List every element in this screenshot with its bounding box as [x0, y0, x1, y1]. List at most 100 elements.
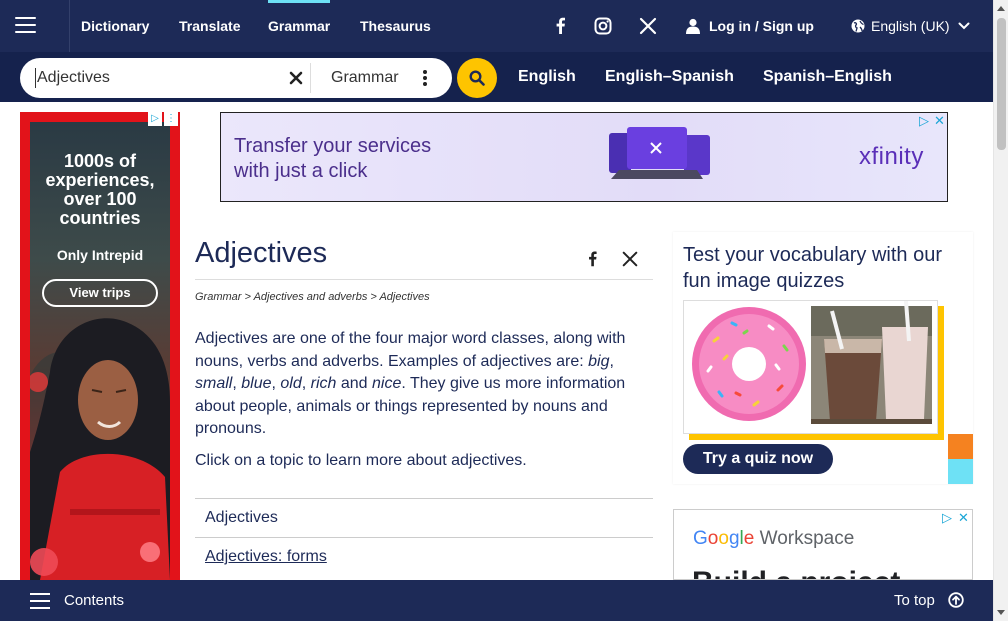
search-bar-row: Adjectives Grammar English English–Spani…: [0, 52, 993, 102]
contents-icon[interactable]: [30, 593, 50, 609]
search-icon: [469, 70, 485, 86]
breadcrumb-separator: >: [367, 291, 380, 303]
title-divider: [195, 279, 653, 280]
intro-text: ,: [609, 352, 614, 370]
google-logo-letter: e: [743, 528, 755, 549]
woman-portrait-image: [30, 318, 170, 580]
contents-button[interactable]: Contents: [64, 591, 124, 611]
instagram-icon[interactable]: [593, 16, 613, 36]
menu-icon-bar: [15, 24, 36, 26]
share-facebook-icon[interactable]: [584, 250, 602, 268]
contents-icon-bar: [30, 600, 50, 602]
laptop-devices-image: [609, 127, 710, 179]
menu-icon-bar: [15, 31, 36, 33]
menu-button[interactable]: [0, 0, 70, 52]
top-banner-advertisement[interactable]: Transfer your services with just a click…: [220, 112, 948, 202]
feedback-tab-cyan[interactable]: [948, 459, 973, 484]
contents-icon-bar: [30, 593, 50, 595]
dictionary-select[interactable]: Grammar: [331, 68, 399, 88]
example-word: blue: [241, 375, 272, 392]
close-ad-icon[interactable]: ✕: [958, 510, 969, 526]
breadcrumb-separator: >: [241, 291, 254, 303]
nav-dictionary[interactable]: Dictionary: [81, 0, 149, 52]
example-word: rich: [310, 375, 337, 392]
ad-brand-line: Only Intrepid: [56, 247, 144, 263]
to-top-button[interactable]: To top: [894, 591, 935, 611]
top-navigation: Dictionary Translate Grammar Thesaurus L…: [0, 0, 993, 52]
xfinity-logo: xfinity: [859, 143, 924, 170]
intro-text: ,: [232, 375, 242, 392]
breadcrumb-grammar[interactable]: Grammar: [195, 291, 241, 303]
intro-text: and: [336, 375, 372, 392]
dictionary-link-english-spanish[interactable]: English–Spanish: [605, 66, 734, 88]
feedback-tab-orange[interactable]: [948, 434, 973, 459]
google-workspace-logo: Google Workspace: [693, 529, 854, 549]
more-options-icon[interactable]: [420, 68, 430, 88]
topic-item[interactable]: Adjectives: forms: [195, 537, 653, 576]
nav-thesaurus[interactable]: Thesaurus: [360, 0, 431, 52]
scroll-down-arrow[interactable]: [997, 610, 1005, 615]
x-icon[interactable]: [638, 16, 658, 36]
intro-text: Adjectives are one of the four major wor…: [195, 330, 626, 370]
google-logo-letter: g: [728, 528, 740, 549]
left-advertisement[interactable]: 1000s of experiences, over 100 countries…: [20, 112, 180, 580]
globe-icon: [851, 19, 865, 33]
user-icon: [686, 18, 700, 34]
google-logo-letter: o: [707, 528, 719, 549]
ad-headline: 1000s of experiences, over 100 countries: [45, 151, 155, 228]
google-logo-letter: G: [693, 528, 708, 549]
dictionary-link-english[interactable]: English: [518, 66, 576, 88]
nav-translate[interactable]: Translate: [179, 0, 240, 52]
menu-icon: [15, 17, 36, 19]
topic-prompt: Click on a topic to learn more about adj…: [195, 452, 527, 469]
scroll-up-arrow[interactable]: [997, 6, 1005, 11]
google-workspace-advertisement[interactable]: Google Workspace Build a project ▷ ✕: [673, 509, 973, 580]
login-label: Log in / Sign up: [709, 18, 814, 34]
google-wordmark: Google: [693, 528, 754, 549]
page-title: Adjectives: [195, 237, 328, 269]
share-x-icon[interactable]: [621, 250, 639, 268]
adchoices-icon[interactable]: ▷: [919, 113, 929, 129]
example-word: old: [280, 375, 302, 392]
example-word: small: [195, 375, 233, 392]
workspace-wordmark: Workspace: [754, 528, 855, 549]
breadcrumb: Grammar > Adjectives and adverbs > Adjec…: [195, 290, 430, 304]
intro-paragraph: Adjectives are one of the four major wor…: [195, 328, 635, 441]
ad-copy-line-1: Transfer your services: [234, 135, 432, 157]
clear-search-icon[interactable]: [286, 68, 306, 88]
google-logo-letter: o: [718, 528, 729, 549]
breadcrumb-current: Adjectives: [379, 291, 430, 303]
bottom-bar: Contents To top: [0, 580, 993, 621]
close-ad-icon[interactable]: ✕: [934, 113, 945, 129]
breadcrumb-adjectives-and-adverbs[interactable]: Adjectives and adverbs: [254, 291, 368, 303]
topic-list: Adjectives Adjectives: forms: [195, 498, 653, 576]
search-button[interactable]: [457, 58, 497, 98]
page-scrollbar[interactable]: [993, 0, 1008, 621]
adchoices-icon[interactable]: ▷: [942, 510, 952, 526]
search-divider: [310, 63, 311, 93]
dictionary-link-spanish-english[interactable]: Spanish–English: [763, 66, 892, 88]
quiz-images[interactable]: [683, 300, 938, 434]
topic-item: Adjectives: [195, 498, 653, 537]
intro-text: ,: [301, 375, 311, 392]
example-word: nice: [372, 375, 402, 392]
example-word: big: [588, 352, 610, 370]
ad-options-icon[interactable]: ⋮: [164, 112, 178, 126]
ad-headline: Build a project: [692, 568, 900, 580]
donut-and-milkshakes-image: [684, 301, 937, 433]
scrollbar-thumb[interactable]: [997, 18, 1006, 150]
view-trips-button[interactable]: View trips: [42, 279, 158, 307]
ad-copy-line-2: with just a click: [234, 160, 368, 182]
nav-grammar[interactable]: Grammar: [268, 0, 331, 52]
search-input[interactable]: Adjectives: [35, 68, 275, 88]
adchoices-icon[interactable]: ▷: [148, 112, 162, 126]
facebook-icon[interactable]: [551, 16, 571, 36]
language-label: English (UK): [871, 18, 950, 34]
ad-photo: 1000s of experiences, over 100 countries…: [30, 122, 170, 580]
try-quiz-button[interactable]: Try a quiz now: [683, 444, 833, 474]
arrow-up-circle-icon[interactable]: [948, 592, 964, 608]
quiz-promo-card: Test your vocabulary with our fun image …: [673, 232, 973, 484]
quiz-title: Test your vocabulary with our fun image …: [683, 244, 943, 292]
chevron-down-icon: [958, 22, 970, 30]
contents-icon-bar: [30, 607, 50, 609]
